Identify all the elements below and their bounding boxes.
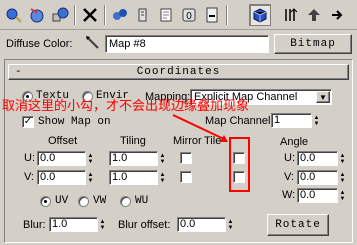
- go-forward-button[interactable]: [326, 4, 348, 26]
- mirror-u-checkbox[interactable]: [180, 152, 192, 164]
- make-unique-icon: [113, 9, 127, 20]
- angle-w-spinner[interactable]: 0.0 ▲ ▼: [297, 188, 347, 203]
- offset-u-spinner[interactable]: 0.0 ▲ ▼: [37, 151, 95, 166]
- angle-w-label: W:: [282, 189, 296, 201]
- show-map-on-checkbox[interactable]: ✓: [22, 116, 34, 128]
- tiling-u-value[interactable]: 1.0: [109, 151, 158, 166]
- put-to-library-icon: [138, 8, 147, 22]
- map-channel-spinner[interactable]: 1 ▲ ▼: [271, 113, 321, 128]
- angle-w-value[interactable]: 0.0: [297, 188, 338, 203]
- make-unique-button[interactable]: [109, 4, 131, 26]
- annotation-arrow-icon: [172, 114, 228, 142]
- assign-to-selection-button[interactable]: [49, 4, 71, 26]
- pick-map-icon[interactable]: [84, 34, 102, 55]
- reset-map-button[interactable]: [79, 4, 101, 26]
- blur-value[interactable]: 1.0: [49, 217, 98, 232]
- annotation-highlight-box: [229, 137, 250, 192]
- chevron-down-icon: ▼: [316, 91, 330, 103]
- angle-header: Angle: [280, 136, 309, 148]
- material-id-channel-button[interactable]: [155, 4, 177, 26]
- angle-v-value[interactable]: 0.0: [297, 170, 338, 185]
- spinner-arrows-icon[interactable]: ▲ ▼: [86, 170, 95, 185]
- spinner-arrows-icon[interactable]: ▲ ▼: [312, 113, 321, 128]
- map-channel-value[interactable]: 1: [271, 113, 312, 128]
- go-forward-icon: [308, 9, 320, 21]
- delete-icon: [83, 8, 97, 22]
- angle-v-label: V:: [284, 171, 294, 183]
- offset-u-value[interactable]: 0.0: [37, 151, 86, 166]
- tiling-v-spinner[interactable]: 1.0 ▲ ▼: [109, 170, 167, 185]
- angle-u-value[interactable]: 0.0: [297, 151, 338, 166]
- show-map-in-viewport-icon: [253, 8, 267, 23]
- offset-header: Offset: [48, 135, 78, 147]
- assign-to-selection-icon: [52, 7, 69, 22]
- map-name-bar: Diffuse Color: Map #8 Bitmap: [0, 31, 357, 57]
- offset-v-spinner[interactable]: 0.0 ▲ ▼: [37, 170, 95, 185]
- spinner-arrows-icon[interactable]: ▲ ▼: [226, 217, 235, 232]
- tiling-u-spinner[interactable]: 1.0 ▲ ▼: [109, 151, 167, 166]
- v-label: V:: [24, 171, 34, 183]
- angle-u-label: U:: [284, 152, 295, 164]
- put-to-scene-button[interactable]: [26, 4, 48, 26]
- channel-number: 0: [186, 11, 192, 22]
- u-label: U:: [24, 152, 35, 164]
- vw-label: VW: [93, 195, 107, 207]
- tiling-v-value[interactable]: 1.0: [109, 170, 158, 185]
- blur-label: Blur:: [23, 219, 46, 231]
- rotate-label: Rotate: [275, 219, 321, 231]
- spinner-arrows-icon[interactable]: ▲ ▼: [98, 217, 107, 232]
- spinner-arrows-icon[interactable]: ▲ ▼: [158, 151, 167, 166]
- spinner-arrows-icon[interactable]: ▲ ▼: [86, 151, 95, 166]
- show-background-button[interactable]: [280, 4, 302, 26]
- blur-offset-value[interactable]: 0.0: [177, 217, 226, 232]
- spinner-arrows-icon[interactable]: ▲ ▼: [338, 170, 347, 185]
- show-in-viewport-button[interactable]: [201, 4, 223, 26]
- spinner-arrows-icon[interactable]: ▲ ▼: [338, 188, 347, 203]
- vw-radio[interactable]: [78, 196, 89, 207]
- angle-u-spinner[interactable]: 0.0 ▲ ▼: [297, 151, 347, 166]
- angle-v-spinner[interactable]: 0.0 ▲ ▼: [297, 170, 347, 185]
- map-type-button[interactable]: Bitmap: [274, 34, 352, 54]
- rotate-button[interactable]: Rotate: [267, 214, 329, 236]
- tiling-header: Tiling: [120, 135, 146, 147]
- show-map-icon: 0: [182, 8, 196, 22]
- put-to-scene-icon: [30, 8, 44, 23]
- show-end-result-button[interactable]: [249, 4, 271, 26]
- diffuse-color-label: Diffuse Color:: [6, 38, 73, 50]
- show-map-on-label: Show Map on: [38, 116, 111, 128]
- wu-radio[interactable]: [120, 196, 131, 207]
- effect-channel-icon: [160, 8, 172, 22]
- channel-button[interactable]: 0: [178, 4, 200, 26]
- map-name-value: Map #8: [109, 38, 146, 50]
- spinner-arrows-icon[interactable]: ▲ ▼: [338, 151, 347, 166]
- uv-radio[interactable]: [40, 196, 51, 207]
- mirror-v-checkbox[interactable]: [180, 171, 192, 183]
- map-name-field[interactable]: Map #8: [105, 35, 269, 53]
- put-to-library-button[interactable]: [132, 4, 154, 26]
- wu-label: WU: [135, 195, 149, 207]
- uv-label: UV: [55, 195, 69, 207]
- map-type-label: Bitmap: [290, 38, 336, 50]
- blur-spinner[interactable]: 1.0 ▲ ▼: [49, 217, 107, 232]
- spinner-arrows-icon[interactable]: ▲ ▼: [158, 170, 167, 185]
- go-to-parent-icon: [285, 8, 298, 21]
- pick-material-icon: [6, 8, 22, 23]
- material-navigator-icon: [332, 10, 343, 20]
- rollout-title: Coordinates: [136, 66, 221, 78]
- get-material-button[interactable]: [3, 4, 25, 26]
- blur-offset-label: Blur offset:: [118, 219, 171, 231]
- go-to-parent-button[interactable]: [303, 4, 325, 26]
- collapse-icon: -: [15, 66, 23, 78]
- coordinates-rollout-header[interactable]: - Coordinates: [8, 64, 349, 80]
- show-end-result-icon: [206, 7, 218, 23]
- blur-offset-spinner[interactable]: 0.0 ▲ ▼: [177, 217, 235, 232]
- offset-v-value[interactable]: 0.0: [37, 170, 86, 185]
- material-editor-toolbar: 0: [0, 0, 357, 30]
